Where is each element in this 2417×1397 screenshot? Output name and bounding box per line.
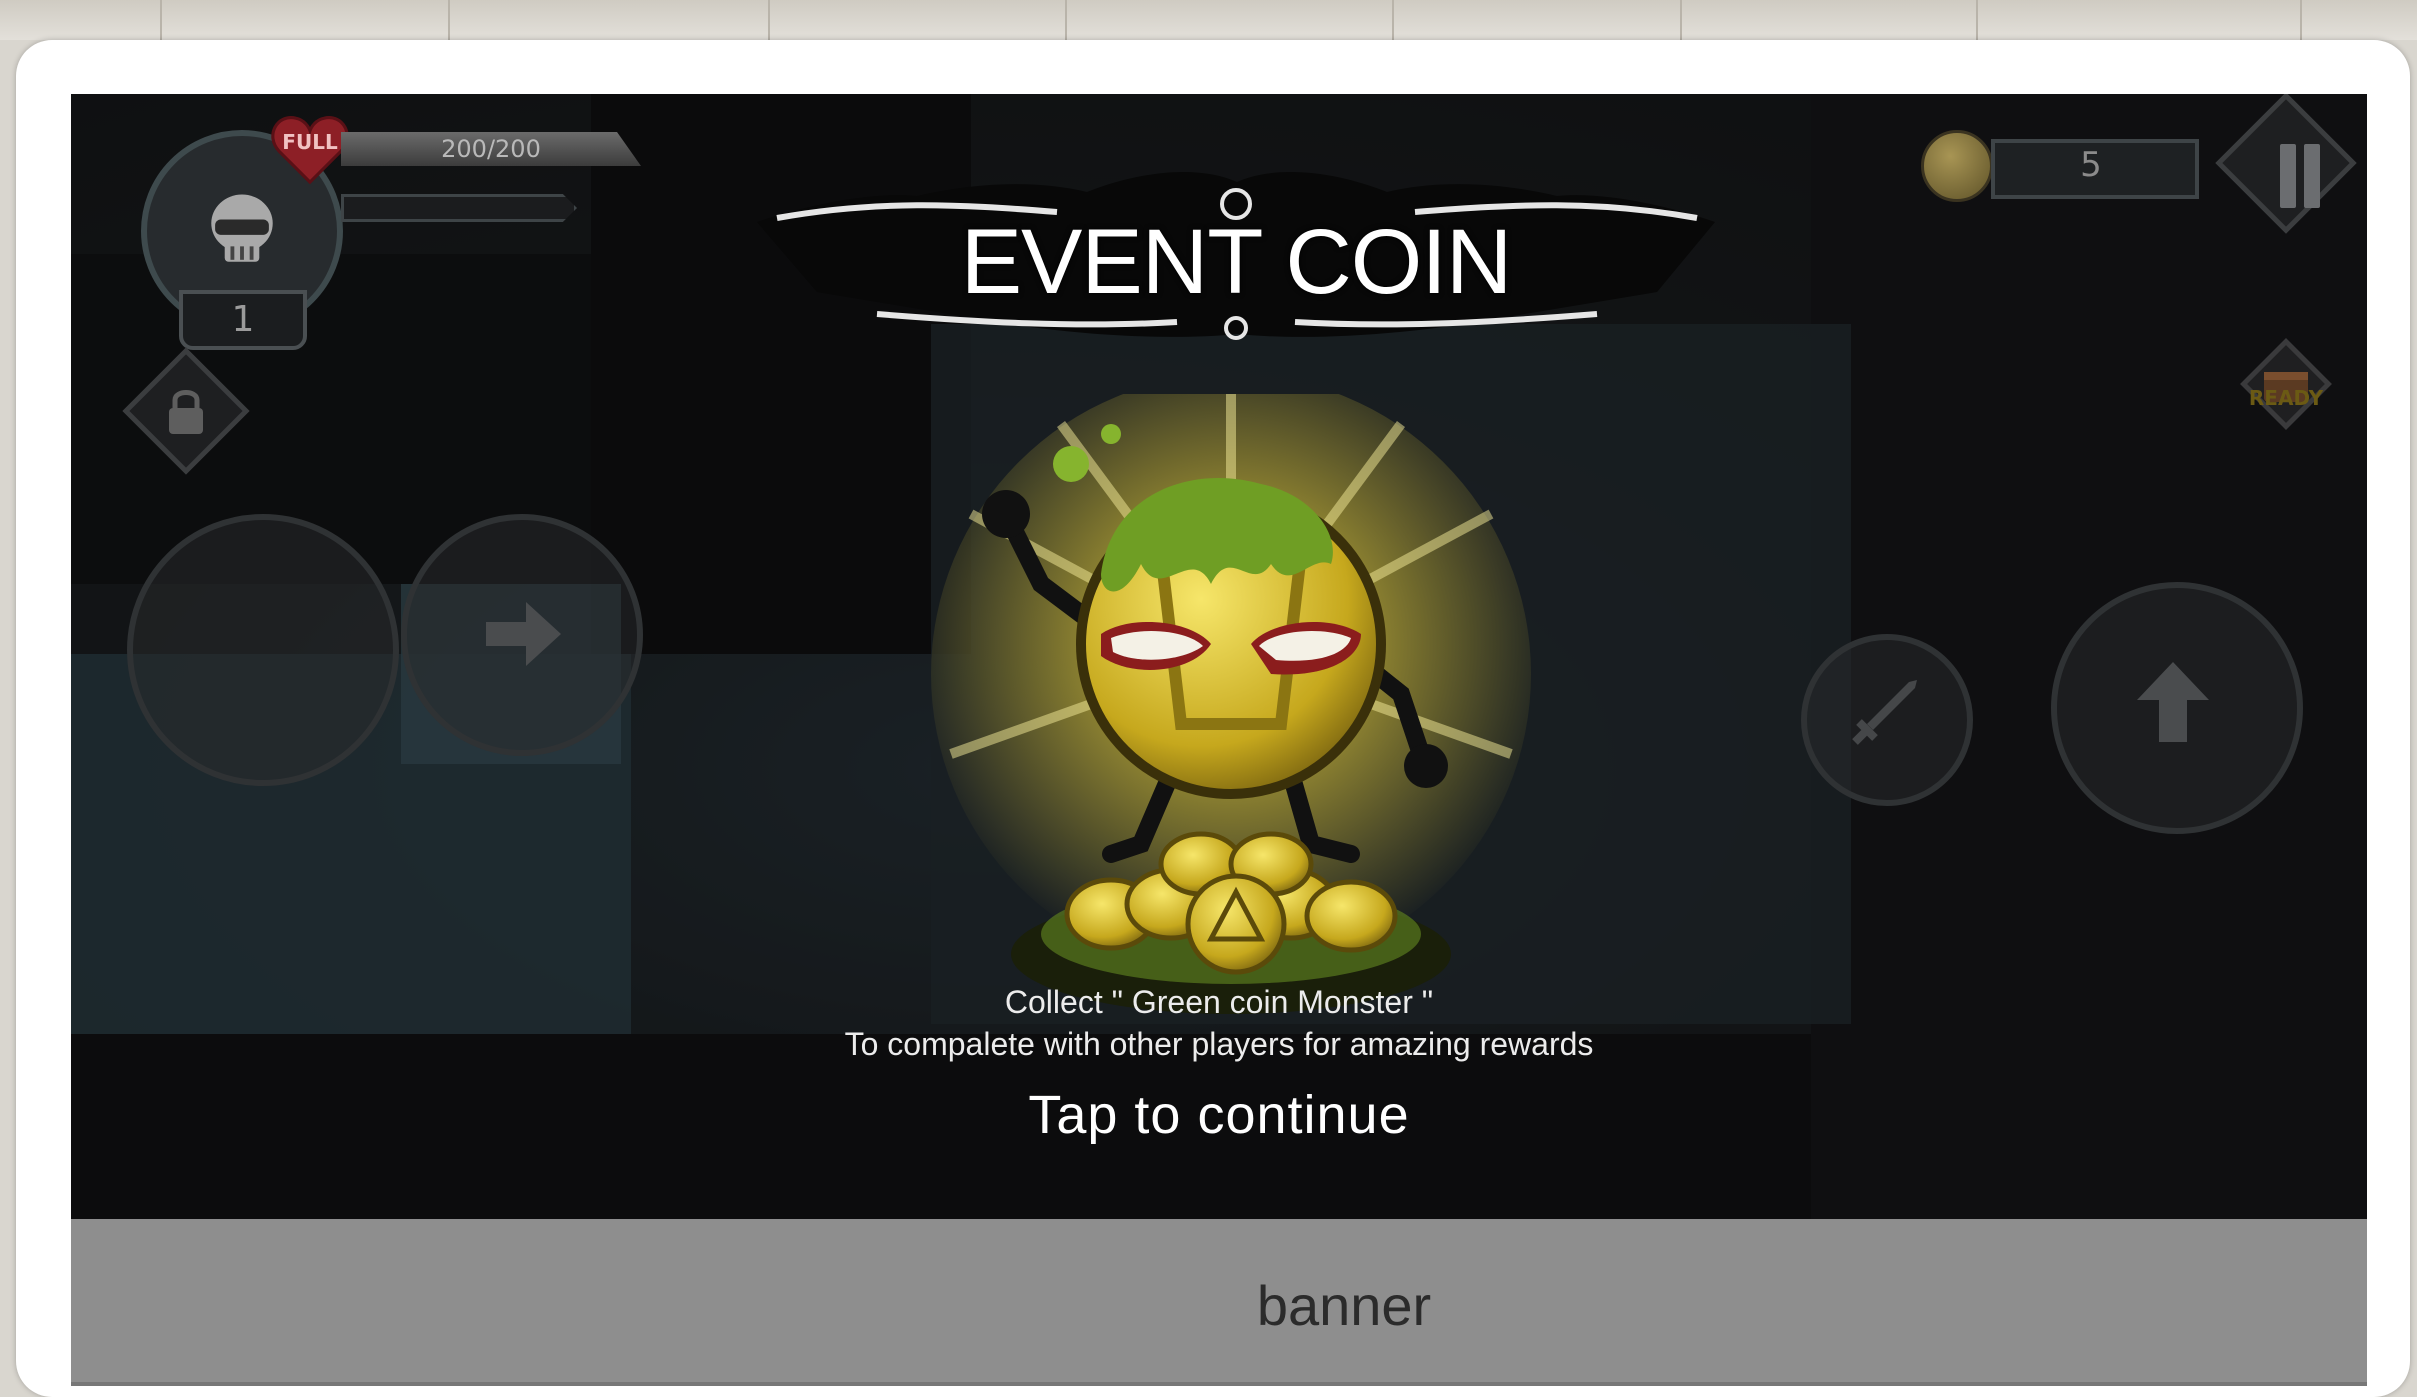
event-description-line1: Collect " Green coin Monster " xyxy=(1004,984,1434,1020)
sword-icon xyxy=(1852,680,1917,745)
chest-status: READY xyxy=(2248,386,2324,410)
move-left-button[interactable] xyxy=(127,514,399,786)
player-level: 1 xyxy=(179,290,307,350)
skull-icon xyxy=(211,194,273,262)
heart-label: FULL xyxy=(282,130,338,154)
event-description-line2: To compalete with other players for amaz… xyxy=(844,1026,1594,1062)
chest-icon[interactable] xyxy=(2236,334,2336,434)
hp-text: 200/200 xyxy=(441,135,541,163)
game-screen[interactable]: 1 FULL 200/200 5 READY EVENT COIN Collec… xyxy=(71,94,2367,1219)
ad-banner-label: banner xyxy=(1256,1274,1432,1337)
event-title: EVENT COIN xyxy=(960,211,1513,313)
tap-to-continue[interactable]: Tap to continue xyxy=(71,1084,2367,1146)
coin-count: 5 xyxy=(2080,145,2102,185)
arrow-right-icon xyxy=(486,602,561,666)
arrow-up-icon xyxy=(2137,662,2209,742)
green-coin-monster xyxy=(931,394,1531,1014)
coin-icon xyxy=(1921,130,1993,202)
lock-button[interactable] xyxy=(122,347,250,475)
lock-icon xyxy=(169,390,203,434)
paper-background xyxy=(0,0,2417,40)
ad-banner[interactable]: banner xyxy=(71,1219,2367,1386)
pause-icon xyxy=(2276,144,2324,208)
xp-bar xyxy=(341,194,577,222)
